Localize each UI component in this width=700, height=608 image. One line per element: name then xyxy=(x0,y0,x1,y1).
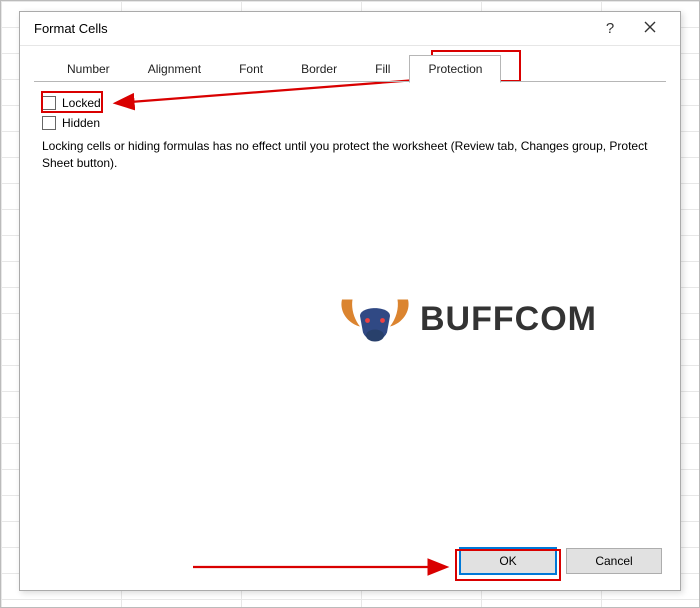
ok-button-label: OK xyxy=(499,554,516,568)
tab-fill[interactable]: Fill xyxy=(356,55,409,83)
close-icon xyxy=(644,20,656,37)
help-button[interactable]: ? xyxy=(590,15,630,43)
cancel-button[interactable]: Cancel xyxy=(566,548,662,574)
tab-strip: Number Alignment Font Border Fill Protec… xyxy=(20,46,680,82)
dialog-footer: OK Cancel xyxy=(20,536,680,590)
watermark-brand-text: BUFFCOM xyxy=(420,300,597,339)
locked-label: Locked xyxy=(62,96,101,110)
protection-description: Locking cells or hiding formulas has no … xyxy=(42,138,654,173)
locked-row: Locked xyxy=(42,96,658,110)
tab-border[interactable]: Border xyxy=(282,55,356,83)
hidden-label: Hidden xyxy=(62,116,100,130)
tab-protection[interactable]: Protection xyxy=(409,55,501,83)
tab-underline xyxy=(34,81,666,82)
dialog-titlebar: Format Cells ? xyxy=(20,12,680,46)
tab-number[interactable]: Number xyxy=(48,55,129,83)
hidden-row: Hidden xyxy=(42,116,658,130)
close-button[interactable] xyxy=(630,15,670,43)
ok-button[interactable]: OK xyxy=(460,548,556,574)
tab-font[interactable]: Font xyxy=(220,55,282,83)
dialog-title: Format Cells xyxy=(34,21,590,36)
hidden-checkbox[interactable] xyxy=(42,116,56,130)
watermark: BUFFCOM xyxy=(336,289,597,349)
locked-checkbox[interactable] xyxy=(42,96,56,110)
cancel-button-label: Cancel xyxy=(595,554,632,568)
tab-alignment[interactable]: Alignment xyxy=(129,55,220,83)
help-icon: ? xyxy=(606,20,614,37)
bull-logo-icon xyxy=(336,289,414,349)
